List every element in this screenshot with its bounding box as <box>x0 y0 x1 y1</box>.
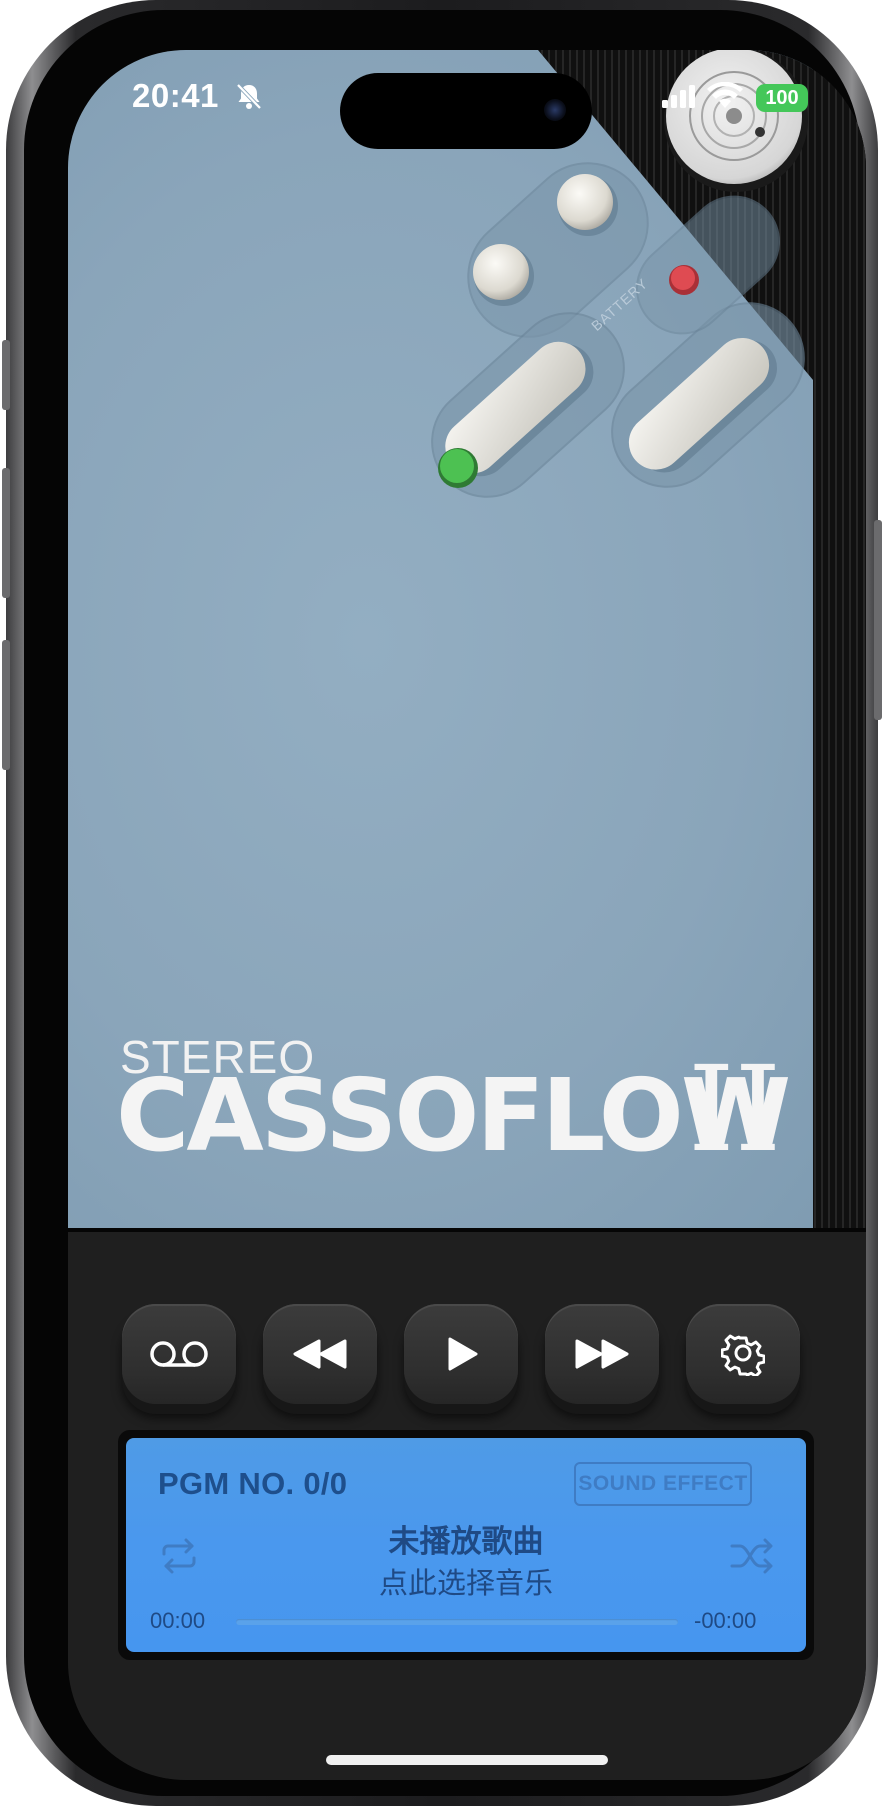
sound-effect-button[interactable]: SOUND EFFECT <box>574 1462 752 1506</box>
phone-bezel: BATTERY 20:41 100 STEREO CASSOFLOW II PG… <box>24 10 866 1796</box>
phone-frame: BATTERY 20:41 100 STEREO CASSOFLOW II PG… <box>2 0 882 1806</box>
song-title: 未播放歌曲 <box>388 1524 544 1559</box>
progress-track[interactable] <box>236 1619 678 1625</box>
now-playing-display[interactable]: PGM NO. 0/0 SOUND EFFECT 未播放歌曲 点此选择音乐 00… <box>126 1438 806 1652</box>
home-indicator[interactable] <box>326 1755 608 1765</box>
bell-slash-icon <box>236 83 262 110</box>
brand-numeral: II <box>688 1040 782 1178</box>
gear-icon <box>721 1334 765 1376</box>
play-icon <box>448 1337 478 1371</box>
status-indicators <box>662 81 744 115</box>
battery-indicator: 100 <box>756 84 808 112</box>
action-button <box>2 340 10 410</box>
program-number: PGM NO. 0/0 <box>158 1466 348 1501</box>
choose-music-hint[interactable]: 点此选择音乐 <box>126 1560 806 1602</box>
volume-down-button <box>2 640 10 770</box>
signal-icon <box>662 85 695 108</box>
settings-button[interactable] <box>686 1304 800 1404</box>
status-time: 20:41 <box>132 77 219 114</box>
cassette-button[interactable] <box>122 1304 236 1404</box>
volume-up-button <box>2 468 10 598</box>
rewind-button[interactable] <box>263 1304 377 1404</box>
rewind-icon <box>293 1339 347 1369</box>
front-camera <box>544 99 566 121</box>
play-button[interactable] <box>404 1304 518 1404</box>
side-button <box>874 520 882 720</box>
fast-forward-icon <box>575 1339 629 1369</box>
voicemail-icon <box>150 1341 208 1367</box>
dynamic-island <box>340 73 592 149</box>
wifi-icon <box>707 81 744 108</box>
screen: BATTERY 20:41 100 STEREO CASSOFLOW II PG… <box>68 50 866 1780</box>
fast-forward-button[interactable] <box>545 1304 659 1404</box>
remaining-time: -00:00 <box>694 1608 757 1633</box>
elapsed-time: 00:00 <box>150 1608 206 1633</box>
